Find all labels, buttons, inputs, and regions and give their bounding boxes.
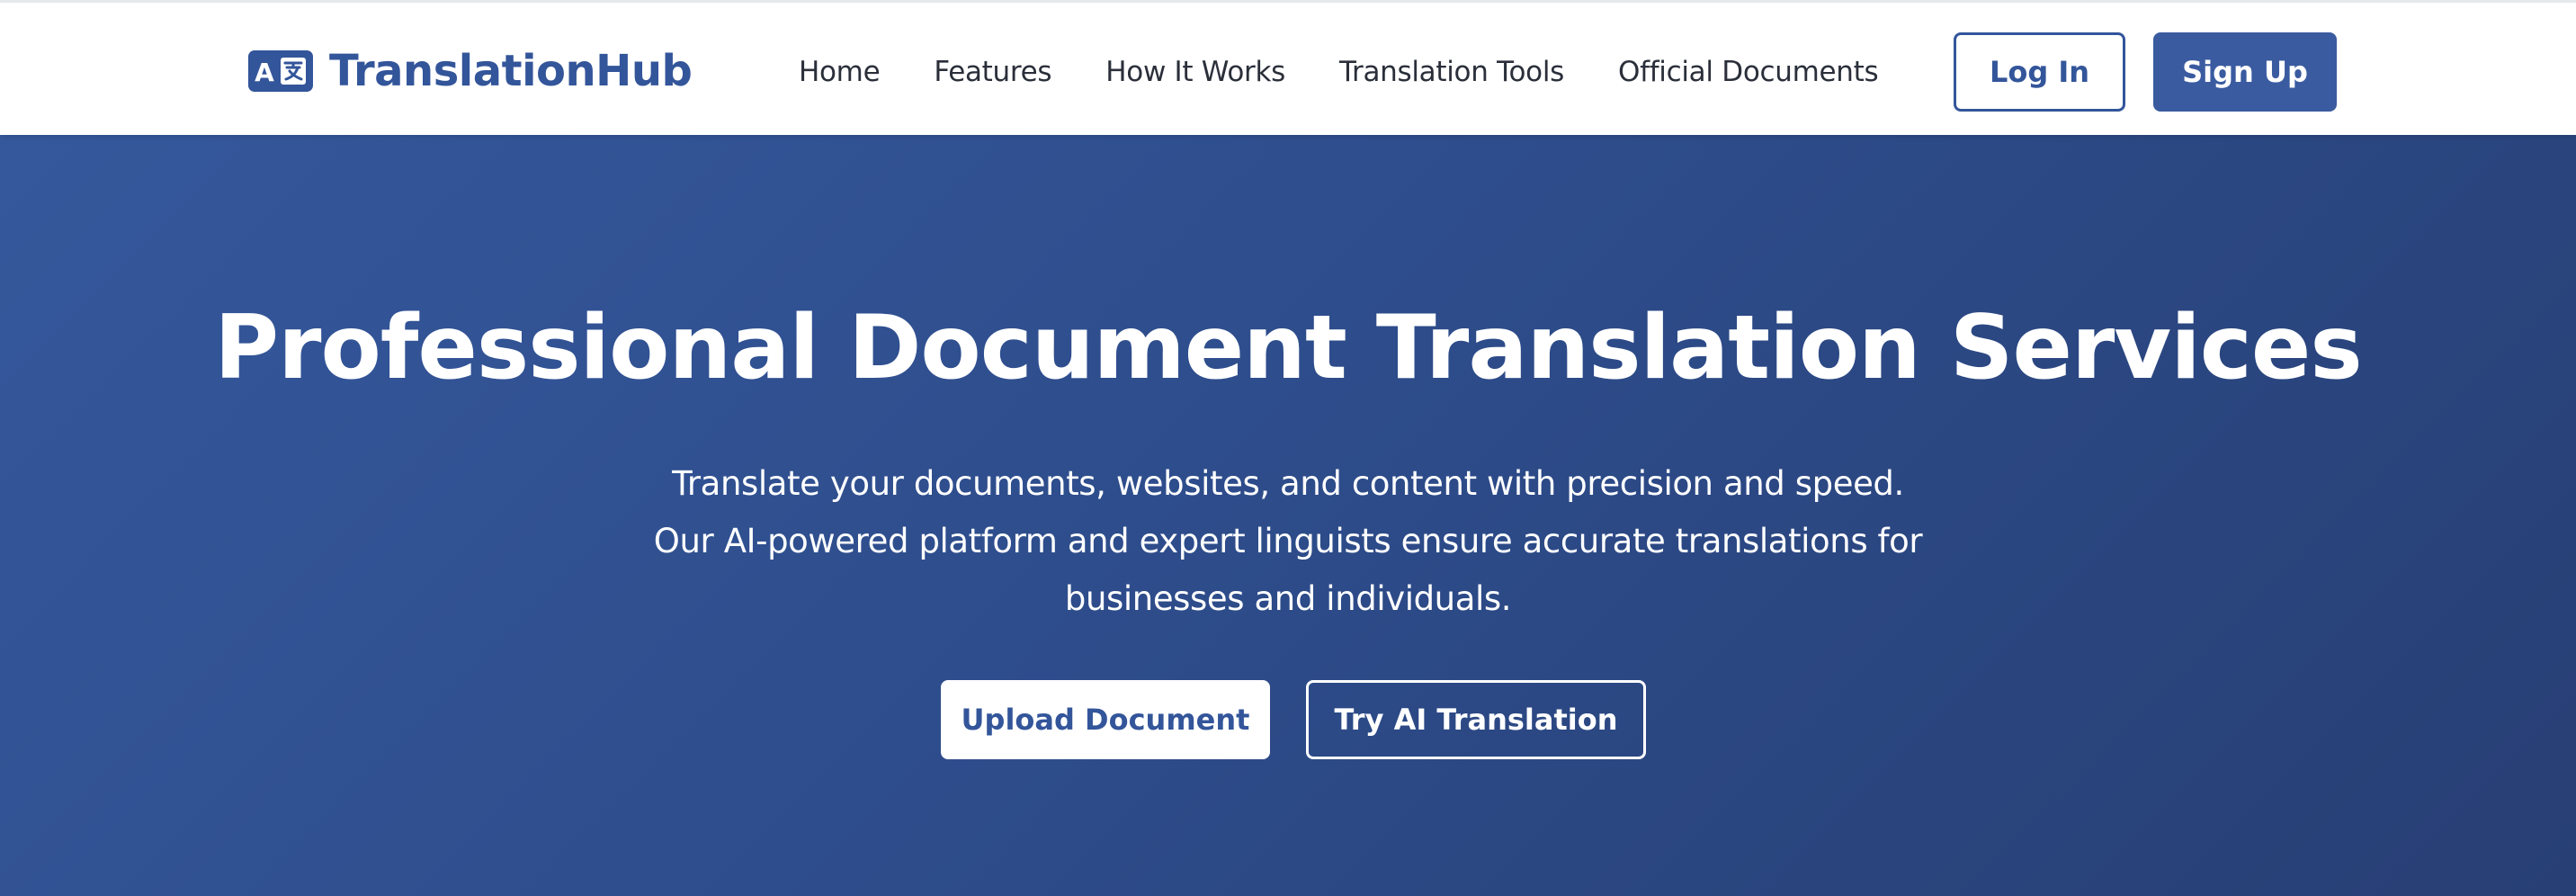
nav-link-features[interactable]: Features — [934, 56, 1051, 88]
nav-item-how-it-works: How It Works — [1105, 56, 1285, 88]
translate-icon: A — [248, 50, 313, 92]
upload-document-button[interactable]: Upload Document — [941, 680, 1270, 759]
nav-item-translation-tools: Translation Tools — [1339, 56, 1564, 88]
login-button[interactable]: Log In — [1954, 32, 2125, 112]
nav-item-features: Features — [934, 56, 1051, 88]
hero-title: Professional Document Translation Servic… — [214, 297, 2362, 399]
main-nav: Home Features How It Works Translation T… — [799, 49, 1879, 94]
nav-link-how-it-works[interactable]: How It Works — [1105, 56, 1285, 88]
signup-button[interactable]: Sign Up — [2153, 32, 2337, 112]
brand-name: TranslationHub — [329, 46, 693, 96]
page: A TranslationHub Home Features How It Wo… — [0, 0, 2576, 896]
hero-subtitle-line-1: Translate your documents, websites, and … — [672, 464, 1904, 503]
nav-item-official-documents: Official Documents — [1618, 56, 1879, 88]
nav-link-home[interactable]: Home — [799, 56, 881, 88]
hero-section: Professional Document Translation Servic… — [0, 135, 2576, 896]
hero-subtitle-line-3: businesses and individuals. — [1064, 579, 1512, 618]
site-header: A TranslationHub Home Features How It Wo… — [0, 0, 2576, 135]
nav-link-official-documents[interactable]: Official Documents — [1618, 56, 1879, 88]
nav-item-home: Home — [799, 56, 881, 88]
nav-link-translation-tools[interactable]: Translation Tools — [1339, 56, 1564, 88]
svg-text:A: A — [255, 58, 274, 87]
hero-subtitle: Translate your documents, websites, and … — [613, 455, 1963, 628]
hero-subtitle-line-2: Our AI-powered platform and expert lingu… — [653, 522, 1923, 560]
try-ai-translation-button[interactable]: Try AI Translation — [1306, 680, 1646, 759]
brand-logo[interactable]: A TranslationHub — [248, 46, 693, 96]
